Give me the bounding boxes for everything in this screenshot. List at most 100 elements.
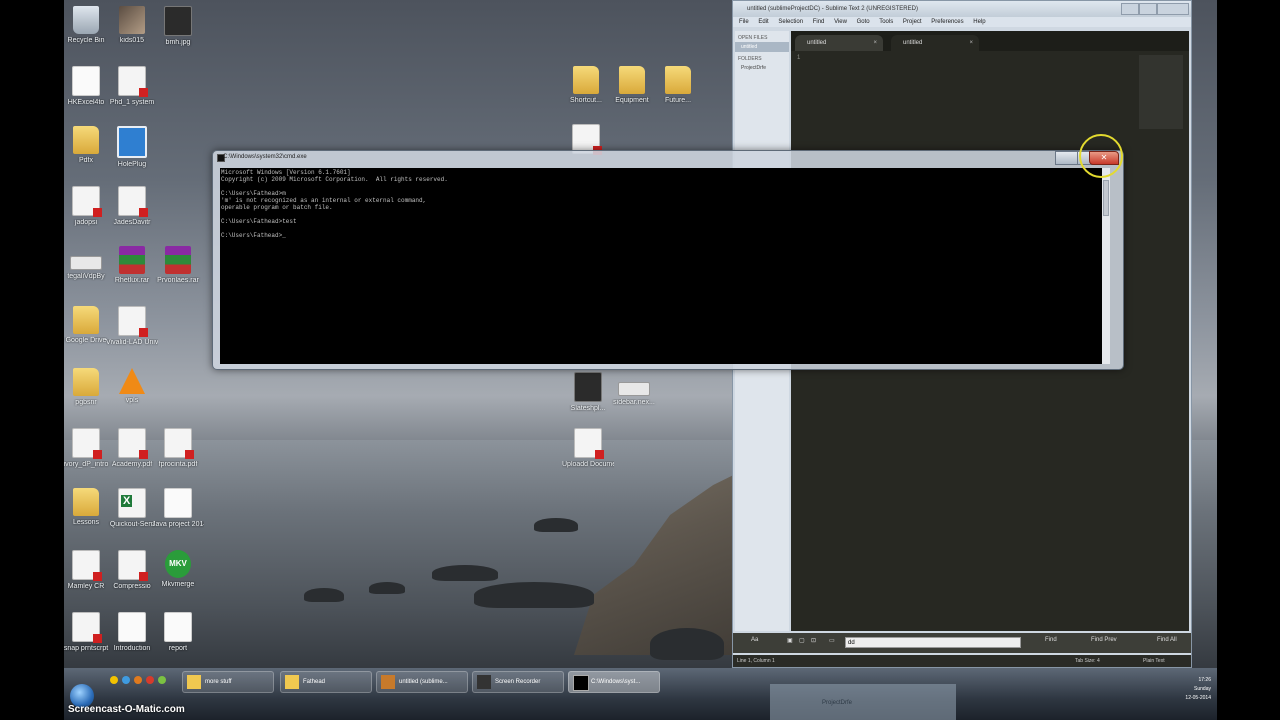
cmd-console[interactable]: Microsoft Windows [Version 6.1.7601] Cop… [220,168,1110,364]
scrollbar[interactable] [1102,168,1110,364]
peek-label: ProjectDrfe [822,700,853,706]
close-icon[interactable]: × [873,35,877,51]
desktop-icon[interactable]: snap prntscrpt [64,612,112,653]
quicklaunch-icon[interactable] [146,676,154,684]
desktop-icon[interactable]: Rhetlux.rar [106,246,158,285]
folders-header: FOLDERS [738,56,762,62]
desktop-icon[interactable]: HolePlug [106,126,158,169]
desktop-icon[interactable]: HKExcel4to [64,66,112,107]
taskbar-button[interactable]: more stuff [182,671,274,693]
desktop-icon[interactable]: Phd_1 system [106,66,158,107]
regex-toggle[interactable]: ▣ [787,637,793,644]
find-all-button[interactable]: Find All [1157,637,1177,643]
editor-tab-active[interactable]: untitled × [891,35,979,51]
desktop-icon-vlc[interactable]: vpls [106,368,158,405]
console-line: operable program or batch file. [221,204,333,211]
desktop-icon[interactable]: JadesDavitr [106,186,158,227]
quicklaunch-icon[interactable] [158,676,166,684]
minimap[interactable] [1139,55,1183,129]
minimize-button[interactable] [1121,3,1139,15]
open-files-header: OPEN FILES [738,35,768,41]
status-bar: Line 1, Column 1 Tab Size: 4 Plain Text [733,655,1191,667]
menu-preferences[interactable]: Preferences [931,19,963,25]
menu-project[interactable]: Project [903,19,922,25]
desktop-icon[interactable]: Vivalid-LAD Universities [106,306,158,347]
quicklaunch-icon[interactable] [122,676,130,684]
desktop-icon[interactable]: Lessons [64,488,112,527]
wallpaper-rock [534,518,578,532]
desktop-icon[interactable]: Quickout-Sem [106,488,158,529]
app-icon [72,66,100,96]
desktop-icon[interactable]: Shortcut... [560,66,612,105]
pdf-icon [72,612,102,643]
case-sensitive-toggle[interactable]: Aa [751,637,758,643]
taskbar-button[interactable]: Fathead [280,671,372,693]
close-icon[interactable]: × [969,35,973,51]
desktop-icon[interactable]: pgbsnr [64,368,112,407]
desktop-icon[interactable]: sidebar.nex... [608,372,660,407]
syntax-label[interactable]: Plain Text [1143,655,1165,667]
menu-view[interactable]: View [834,19,847,25]
menu-tools[interactable]: Tools [879,19,893,25]
folder-icon [573,66,599,94]
pdf-icon [72,428,102,459]
desktop-icon[interactable]: Future... [652,66,704,105]
whole-word-toggle[interactable]: ▢ [799,637,805,644]
menu-file[interactable]: File [739,19,749,25]
in-selection-toggle[interactable]: ▭ [829,637,835,644]
wrap-toggle[interactable]: ⊡ [811,637,816,644]
sublime-titlebar[interactable]: untitled (sublimeProjectDC) - Sublime Te… [733,1,1191,17]
desktop-icon[interactable]: Prvonlaes.rar [152,246,204,285]
taskbar-button-label: untitled (sublime... [399,679,448,685]
clock-day: Sunday [1194,686,1211,692]
tab-size[interactable]: Tab Size: 4 [1075,655,1100,667]
desktop-icon[interactable]: Uploadd Documents [562,428,614,469]
desktop-icon[interactable]: tegaliVdpBy [64,246,112,281]
line-number: 1 [797,55,801,61]
desktop-icon-google-drive[interactable]: Google Drive [64,306,112,345]
folder-icon [73,488,99,516]
desktop-icon[interactable]: Equipment [606,66,658,105]
cmd-window[interactable]: C:\Windows\system32\cmd.exe ✕ Microsoft … [212,150,1124,370]
menu-help[interactable]: Help [973,19,985,25]
taskbar-button-active[interactable]: C:\Windows\syst... [568,671,660,693]
folder-item[interactable]: ProjectDrfe [735,63,789,73]
pdf-icon [72,186,102,217]
desktop-icon[interactable]: Mamley CR [64,550,112,591]
desktop-icon[interactable]: report [152,612,204,653]
desktop-icon[interactable]: ivory_dP_intro [64,428,112,469]
pdf-icon [118,306,148,337]
find-button[interactable]: Find [1045,637,1057,643]
open-file-item[interactable]: untitled [735,42,789,52]
menu-edit[interactable]: Edit [758,19,768,25]
quicklaunch-icon[interactable] [110,676,118,684]
folder-icon [665,66,691,94]
find-prev-button[interactable]: Find Prev [1091,637,1117,643]
desktop-icon[interactable]: Pdfx [64,126,112,165]
desktop-icon[interactable]: jadopsi [64,186,112,227]
desktop-icon[interactable]: Introduction [106,612,158,653]
taskbar-button[interactable]: untitled (sublime... [376,671,468,693]
desktop-icon[interactable]: Compressio [106,550,158,591]
quicklaunch-icon[interactable] [134,676,142,684]
menu-find[interactable]: Find [813,19,825,25]
desktop-icon[interactable]: fprocinta.pdf [152,428,204,469]
find-input[interactable]: dd [845,637,1021,648]
image-icon [119,6,145,34]
editor-tab[interactable]: untitled × [795,35,883,51]
taskbar-button[interactable]: Screen Recorder [472,671,564,693]
maximize-button[interactable] [1139,3,1157,15]
scrollbar-thumb[interactable] [1103,180,1109,216]
desktop-icon-recycle-bin[interactable]: Recycle Bin [64,6,112,45]
desktop-icon[interactable]: kids015 [106,6,158,45]
menu-selection[interactable]: Selection [778,19,803,25]
close-button[interactable] [1157,3,1189,15]
desktop-icon-mkvmerge[interactable]: MKV Mkvmerge [152,550,204,589]
desktop-icon[interactable]: Academy.pdf [106,428,158,469]
minimize-button[interactable] [1055,151,1079,165]
desktop-icon[interactable]: bmh.jpg [152,6,204,47]
clock[interactable]: 17:26 Sunday 12-05-2014 [1185,676,1211,703]
desktop-icon[interactable]: Slateshpl... [562,372,614,413]
menu-goto[interactable]: Goto [857,19,870,25]
desktop-icon[interactable]: Java project 2014.docx [152,488,204,529]
